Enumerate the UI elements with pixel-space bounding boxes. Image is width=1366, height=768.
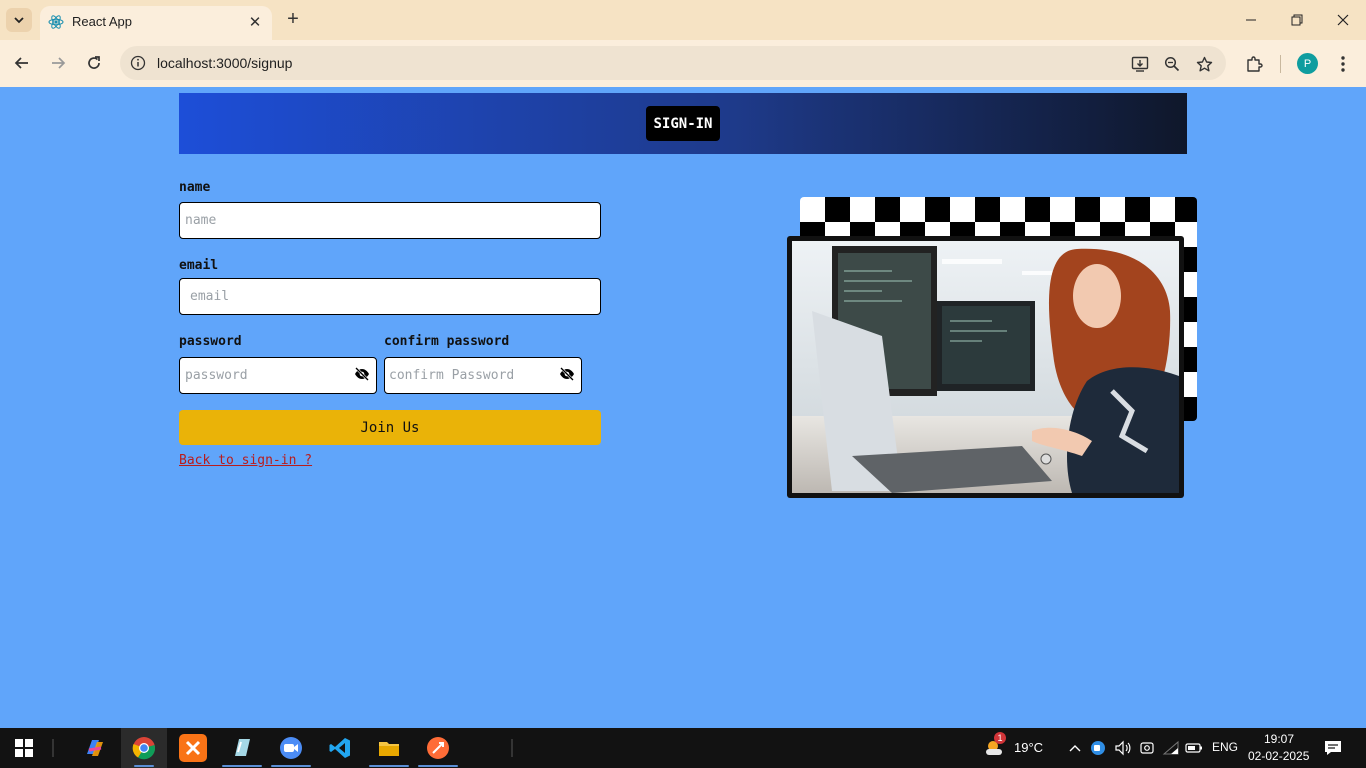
tab-title: React App bbox=[72, 14, 132, 29]
explorer-running-indicator bbox=[369, 765, 409, 767]
restore-button[interactable] bbox=[1274, 6, 1320, 34]
start-button[interactable] bbox=[10, 734, 38, 762]
notifications-icon[interactable] bbox=[1320, 734, 1346, 762]
install-app-icon[interactable] bbox=[1129, 53, 1151, 75]
wifi-icon[interactable] bbox=[1160, 734, 1182, 762]
camera-tray-icon[interactable] bbox=[1137, 734, 1157, 762]
signin-button[interactable]: SIGN-IN bbox=[646, 106, 720, 141]
name-field[interactable] bbox=[179, 202, 601, 239]
extensions-button[interactable] bbox=[1242, 52, 1266, 76]
confirm-password-label: confirm password bbox=[384, 334, 510, 349]
reload-icon bbox=[88, 56, 100, 69]
address-bar[interactable]: localhost:3000/signup bbox=[120, 46, 1226, 80]
email-label: email bbox=[179, 258, 219, 273]
windows-logo-icon bbox=[15, 739, 33, 757]
browser-toolbar: localhost:3000/signup P bbox=[0, 40, 1366, 87]
hero-image bbox=[792, 241, 1179, 493]
reload-button[interactable] bbox=[82, 51, 106, 75]
browser-tab[interactable]: React App ✕ bbox=[40, 6, 272, 40]
password-label: password bbox=[179, 334, 242, 349]
windows-taskbar: 1 19°C ENG 19:07 02-02-2025 bbox=[0, 728, 1366, 768]
arrow-right-icon bbox=[52, 57, 66, 69]
bookmark-star-icon[interactable] bbox=[1193, 53, 1215, 75]
battery-icon[interactable] bbox=[1183, 734, 1205, 762]
postman-running-indicator bbox=[418, 765, 458, 767]
zoom-icon[interactable] bbox=[1161, 53, 1183, 75]
browser-tab-bar: React App ✕ + bbox=[0, 0, 1366, 40]
clock-time[interactable]: 19:07 bbox=[1264, 732, 1294, 746]
back-button[interactable] bbox=[10, 51, 34, 75]
minimize-icon bbox=[1246, 19, 1256, 21]
toolbar-divider bbox=[1280, 55, 1281, 73]
zoom-meeting-icon[interactable] bbox=[277, 734, 305, 762]
minimize-button[interactable] bbox=[1228, 6, 1274, 34]
close-icon bbox=[1337, 14, 1349, 26]
weather-badge: 1 bbox=[994, 732, 1006, 744]
chrome-running-indicator bbox=[134, 765, 154, 767]
restore-icon bbox=[1291, 14, 1303, 26]
vscode-icon[interactable] bbox=[326, 734, 354, 762]
site-info-icon[interactable] bbox=[128, 53, 148, 73]
notepad-icon[interactable] bbox=[228, 734, 256, 762]
chevron-down-icon bbox=[14, 17, 24, 24]
tray-chevron-up-icon[interactable] bbox=[1065, 734, 1085, 762]
volume-icon[interactable] bbox=[1112, 734, 1134, 762]
profile-avatar[interactable]: P bbox=[1297, 53, 1318, 74]
react-icon bbox=[48, 15, 64, 29]
close-window-button[interactable] bbox=[1320, 6, 1366, 34]
email-field[interactable] bbox=[179, 278, 601, 315]
file-explorer-icon[interactable] bbox=[375, 734, 403, 762]
confirm-password-field[interactable] bbox=[384, 357, 582, 394]
zoom-running-indicator bbox=[271, 765, 311, 767]
join-us-button[interactable]: Join Us bbox=[179, 410, 601, 445]
eye-slash-icon[interactable] bbox=[559, 366, 575, 382]
name-label: name bbox=[179, 180, 211, 195]
forward-button[interactable] bbox=[46, 51, 70, 75]
office-photo-illustration bbox=[792, 241, 1179, 493]
meet-now-icon[interactable] bbox=[1088, 734, 1108, 762]
confirm-password-input[interactable] bbox=[385, 358, 581, 393]
xampp-icon[interactable] bbox=[179, 734, 207, 762]
language-indicator[interactable]: ENG bbox=[1212, 740, 1238, 754]
puzzle-icon bbox=[1247, 56, 1263, 72]
copilot-icon[interactable] bbox=[81, 734, 109, 762]
name-input[interactable] bbox=[180, 203, 600, 238]
password-input[interactable] bbox=[180, 358, 376, 393]
weather-temp[interactable]: 19°C bbox=[1014, 740, 1043, 755]
taskbar-divider-2 bbox=[508, 734, 516, 762]
new-tab-button[interactable]: + bbox=[282, 8, 304, 30]
postman-icon[interactable] bbox=[424, 734, 452, 762]
hero-image-frame bbox=[787, 236, 1184, 498]
clock-date[interactable]: 02-02-2025 bbox=[1248, 749, 1309, 763]
close-tab-button[interactable]: ✕ bbox=[246, 13, 264, 31]
taskbar-divider bbox=[49, 734, 57, 762]
notepad-running-indicator bbox=[222, 765, 262, 767]
chrome-icon[interactable] bbox=[130, 734, 158, 762]
arrow-left-icon bbox=[14, 57, 28, 69]
email-input[interactable] bbox=[180, 279, 600, 314]
eye-slash-icon[interactable] bbox=[354, 366, 370, 382]
back-to-signin-link[interactable]: Back to sign-in ? bbox=[179, 453, 312, 468]
tab-search-button[interactable] bbox=[6, 8, 32, 32]
signup-page: SIGN-IN name email password confirm pass… bbox=[0, 87, 1366, 728]
header-banner: SIGN-IN bbox=[179, 93, 1187, 154]
browser-menu-button[interactable] bbox=[1332, 52, 1354, 76]
more-vertical-icon bbox=[1341, 56, 1345, 72]
password-field[interactable] bbox=[179, 357, 377, 394]
url-text[interactable]: localhost:3000/signup bbox=[157, 55, 292, 71]
